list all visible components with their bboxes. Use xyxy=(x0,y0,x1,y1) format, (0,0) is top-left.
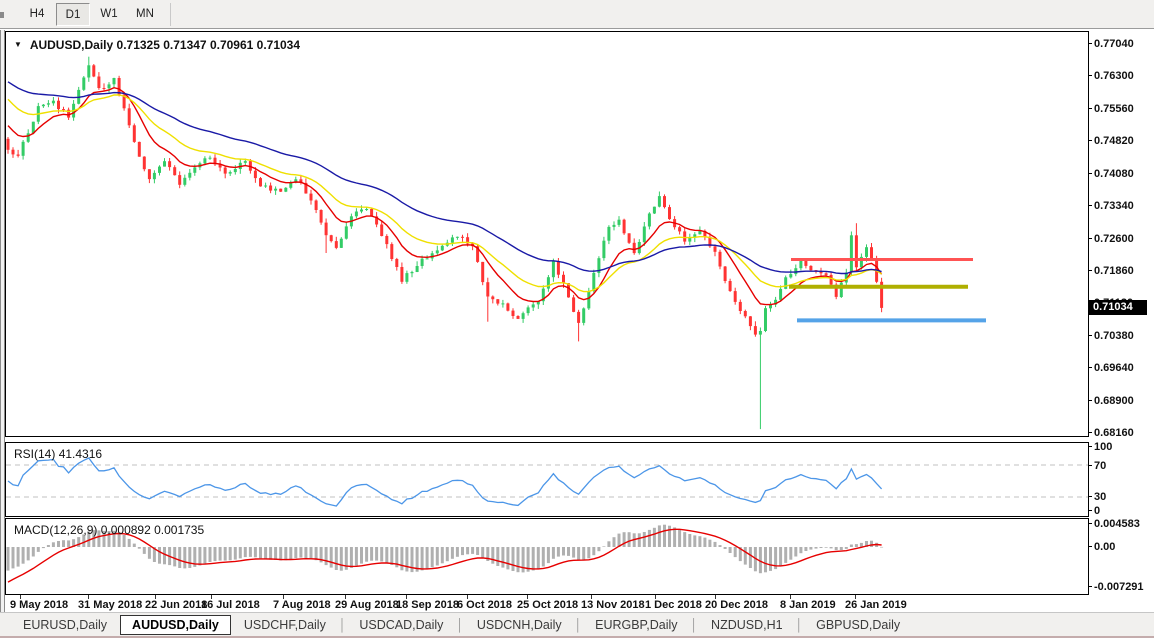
price-axis-label: 0.74820 xyxy=(1094,135,1134,147)
ma-fast-red xyxy=(8,88,882,305)
date-axis-label: 22 Jun 2018 xyxy=(145,599,207,611)
current-price-tag: 0.71034 xyxy=(1089,300,1147,315)
tab-separator: │ xyxy=(575,618,583,632)
date-axis-label: 29 Aug 2018 xyxy=(335,599,399,611)
ma-mid-yellow xyxy=(8,95,882,292)
timeframe-button-w1[interactable]: W1 xyxy=(92,3,126,26)
price-chart-pane: ▼ AUDUSD,Daily 0.71325 0.71347 0.70961 0… xyxy=(5,31,1089,437)
date-axis-label: 31 May 2018 xyxy=(78,599,142,611)
chart-tab-bar: EURUSD,DailyAUDUSD,DailyUSDCHF,Daily│USD… xyxy=(0,612,1154,636)
price-axis-label: 0.69640 xyxy=(1094,362,1134,374)
chart-tab-eurgbp[interactable]: EURGBP,Daily xyxy=(582,616,690,634)
macd-pane: MACD(12,26,9) 0.000892 0.001735 xyxy=(5,518,1089,595)
rsi-label: RSI(14) 41.4316 xyxy=(14,447,102,461)
cropped-button-fragment xyxy=(0,12,4,18)
rsi-axis-label: 30 xyxy=(1094,491,1106,503)
chart-symbol-label: AUDUSD,Daily xyxy=(30,38,113,52)
price-axis-label: 0.73340 xyxy=(1094,200,1134,212)
chart-tab-eurusd[interactable]: EURUSD,Daily xyxy=(10,616,120,634)
status-bar-edge xyxy=(0,636,1154,638)
date-axis-label: 7 Aug 2018 xyxy=(273,599,331,611)
macd-signal-line xyxy=(8,529,882,582)
rsi-value: 41.4316 xyxy=(59,447,102,461)
toolbar-separator xyxy=(170,3,171,26)
macd-label: MACD(12,26,9) 0.000892 0.001735 xyxy=(14,523,204,537)
price-axis-label: 0.74080 xyxy=(1094,168,1134,180)
date-axis-label: 1 Dec 2018 xyxy=(645,599,702,611)
date-axis-label: 25 Oct 2018 xyxy=(517,599,578,611)
rsi-axis-label: 0 xyxy=(1094,505,1100,517)
price-axis-label: 0.77040 xyxy=(1094,38,1134,50)
price-axis-label: 0.76300 xyxy=(1094,70,1134,82)
price-axis-label: 0.71860 xyxy=(1094,265,1134,277)
timeframe-button-h4[interactable]: H4 xyxy=(20,3,54,26)
price-axis-label: 0.68160 xyxy=(1094,427,1134,439)
price-axis-label: 0.75560 xyxy=(1094,103,1134,115)
date-axis-label: 9 May 2018 xyxy=(10,599,68,611)
macd-axis-label: 0.004583 xyxy=(1094,518,1140,530)
price-axis-label: 0.70380 xyxy=(1094,330,1134,342)
date-axis-label: 18 Sep 2018 xyxy=(396,599,459,611)
price-axis-label: 0.68900 xyxy=(1094,395,1134,407)
tab-separator: │ xyxy=(456,618,464,632)
date-axis-label: 16 Jul 2018 xyxy=(201,599,260,611)
chart-tab-audusd[interactable]: AUDUSD,Daily xyxy=(120,615,231,635)
chart-ohlc-values: 0.71325 0.71347 0.70961 0.71034 xyxy=(117,38,301,52)
chart-tab-nzdusd[interactable]: NZDUSD,H1 xyxy=(698,616,796,634)
macd-axis-label: -0.007291 xyxy=(1094,581,1144,593)
price-axis-label: 0.72600 xyxy=(1094,233,1134,245)
timeframe-button-mn[interactable]: MN xyxy=(128,3,162,26)
date-axis-label: 20 Dec 2018 xyxy=(705,599,768,611)
date-axis-label: 6 Oct 2018 xyxy=(457,599,512,611)
tab-separator: │ xyxy=(796,618,804,632)
rsi-axis-label: 70 xyxy=(1094,460,1106,472)
chart-header: ▼ AUDUSD,Daily 0.71325 0.71347 0.70961 0… xyxy=(14,38,300,52)
macd-axis-label: 0.00 xyxy=(1094,541,1115,553)
timeframe-toolbar: H4D1W1MN xyxy=(0,0,1154,29)
chart-tab-usdcnh[interactable]: USDCNH,Daily xyxy=(464,616,575,634)
chart-tab-usdcad[interactable]: USDCAD,Daily xyxy=(346,616,456,634)
tab-separator: │ xyxy=(691,618,699,632)
date-axis-label: 13 Nov 2018 xyxy=(581,599,645,611)
chart-tab-gbpusd[interactable]: GBPUSD,Daily xyxy=(803,616,913,634)
rsi-line xyxy=(8,458,882,506)
chart-tab-usdchf[interactable]: USDCHF,Daily xyxy=(231,616,339,634)
macd-values: 0.000892 0.001735 xyxy=(101,523,204,537)
price-chart-canvas[interactable] xyxy=(6,32,1088,436)
rsi-pane: RSI(14) 41.4316 xyxy=(5,442,1089,517)
rsi-canvas[interactable] xyxy=(6,443,1088,516)
date-axis-label: 26 Jan 2019 xyxy=(845,599,907,611)
dropdown-triangle-icon[interactable]: ▼ xyxy=(14,40,22,49)
tab-separator: │ xyxy=(339,618,347,632)
rsi-axis-label: 100 xyxy=(1094,441,1112,453)
timeframe-button-d1[interactable]: D1 xyxy=(56,3,90,26)
date-axis-label: 8 Jan 2019 xyxy=(780,599,836,611)
date-axis: 9 May 2018 31 May 201822 Jun 201816 Jul 2… xyxy=(5,595,1089,612)
